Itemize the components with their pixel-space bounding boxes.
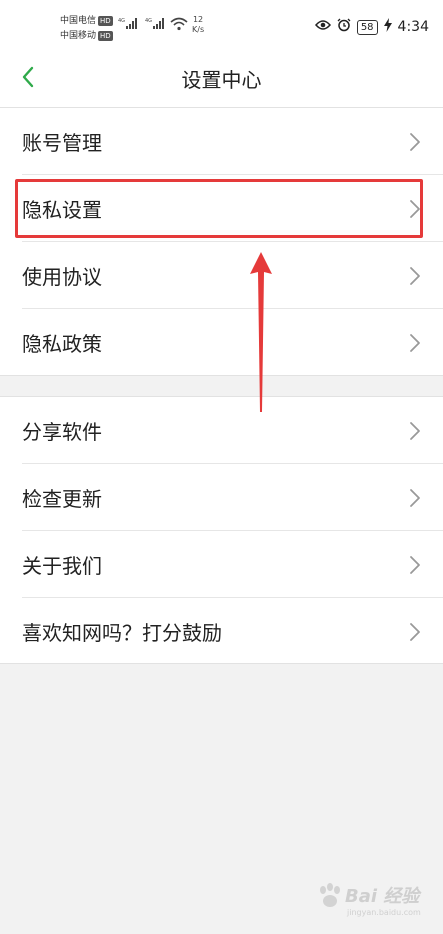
menu-item-privacy-settings[interactable]: 隐私设置 <box>0 175 443 242</box>
signal-icon: 4G <box>145 16 167 33</box>
chevron-right-icon <box>410 623 420 641</box>
alarm-icon <box>337 18 351 36</box>
network-speed: 12 K/s <box>192 15 205 34</box>
baidu-watermark: Bai 经验 jingyan.baidu.com <box>315 878 425 924</box>
menu-item-privacy-policy[interactable]: 隐私政策 <box>0 309 443 376</box>
nav-bar: 设置中心 <box>0 48 443 108</box>
hd-badge: HD <box>98 31 113 41</box>
chevron-right-icon <box>410 334 420 352</box>
menu-item-rate[interactable]: 喜欢知网吗？打分鼓励 <box>0 598 443 665</box>
status-right: 58 4:34 <box>314 18 429 36</box>
eye-icon <box>314 19 331 35</box>
up-arrow-annotation <box>250 252 272 412</box>
menu-item-share[interactable]: 分享软件 <box>0 397 443 464</box>
menu-item-terms[interactable]: 使用协议 <box>0 242 443 309</box>
chevron-right-icon <box>410 133 420 151</box>
menu-item-label: 检查更新 <box>22 487 102 511</box>
chevron-right-icon <box>410 422 420 440</box>
chevron-right-icon <box>410 556 420 574</box>
carrier-info: 中国电信 HD 中国移动 HD <box>60 14 113 44</box>
menu-item-label: 隐私政策 <box>22 332 102 356</box>
menu-item-about[interactable]: 关于我们 <box>0 531 443 598</box>
clock-time: 4:34 <box>397 19 429 35</box>
menu-item-label: 隐私设置 <box>22 198 102 222</box>
carrier-1: 中国电信 <box>60 16 97 26</box>
watermark-url: jingyan.baidu.com <box>347 908 421 917</box>
carrier-2: 中国移动 <box>60 31 97 41</box>
chevron-right-icon <box>410 489 420 507</box>
menu-item-label: 分享软件 <box>22 420 102 444</box>
settings-group-2: 分享软件 检查更新 关于我们 喜欢知网吗？打分鼓励 <box>0 396 443 664</box>
menu-item-label: 关于我们 <box>22 554 102 578</box>
menu-item-label: 使用协议 <box>22 265 102 289</box>
settings-group-1: 账号管理 隐私设置 使用协议 隐私政策 <box>0 108 443 376</box>
menu-item-label: 账号管理 <box>22 131 102 155</box>
svg-text:4G: 4G <box>145 18 152 24</box>
signal-icon: 4G <box>118 16 140 33</box>
hd-badge: HD <box>98 16 113 26</box>
svg-text:4G: 4G <box>118 18 125 24</box>
menu-item-label: 喜欢知网吗？打分鼓励 <box>22 621 222 645</box>
page-title: 设置中心 <box>181 68 262 92</box>
chevron-right-icon <box>410 267 420 285</box>
paw-icon <box>320 883 340 907</box>
chevron-right-icon <box>410 200 420 218</box>
battery-indicator: 58 <box>356 19 378 35</box>
charging-icon <box>383 18 392 36</box>
status-bar: 中国电信 HD 中国移动 HD 4G 4G 12 K/s 58 4:34 <box>0 0 443 48</box>
watermark-brand: Bai 经验 <box>345 886 420 907</box>
wifi-icon <box>170 17 188 34</box>
menu-item-account[interactable]: 账号管理 <box>0 108 443 175</box>
menu-item-check-update[interactable]: 检查更新 <box>0 464 443 531</box>
